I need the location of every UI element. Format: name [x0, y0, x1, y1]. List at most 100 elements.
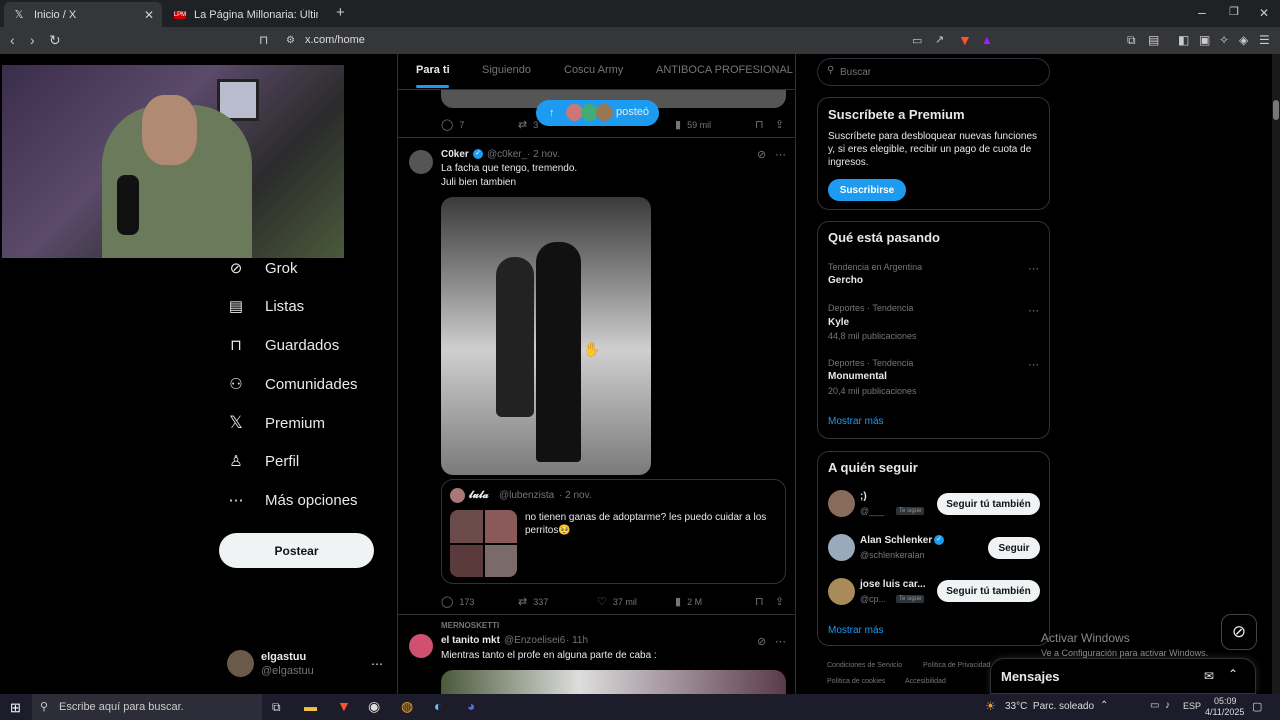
grok-floating-button[interactable]: ⊘ [1221, 614, 1257, 650]
tab-inicio-x[interactable]: 𝕏 Inicio / X ✕ [4, 2, 162, 27]
prev-repost-action[interactable]: ⇄ 3 [518, 118, 538, 131]
quote-card[interactable]: 𝓵𝓾𝓵𝓪 @lubenzista · 2 nov. no tienen gana… [441, 479, 786, 584]
tab-para-ti[interactable]: Para ti [416, 64, 450, 76]
follow-avatar[interactable] [828, 578, 855, 605]
leo-ai-icon[interactable]: ✧ [1219, 33, 1229, 47]
footer-link[interactable]: Accesibilidad [905, 678, 946, 685]
trend-more-icon[interactable]: ⋯ [1028, 262, 1039, 275]
follow-back-button[interactable]: Seguir tú también [937, 580, 1040, 602]
follow-name[interactable]: jose luis car... [860, 579, 926, 590]
post-date[interactable]: · 2 nov. [527, 149, 560, 160]
taskbar-search-input[interactable]: Escribe aquí para buscar. [59, 701, 184, 713]
share-icon[interactable]: ↗ [935, 33, 944, 47]
post-author-name[interactable]: C0ker [441, 149, 469, 160]
trend-more-icon[interactable]: ⋯ [1028, 304, 1039, 317]
prev-views-action[interactable]: ▮ 59 mil [675, 118, 711, 131]
post-image[interactable] [441, 670, 786, 694]
follow-name[interactable]: Alan Schlenker [860, 535, 932, 546]
subscribe-button[interactable]: Suscribirse [828, 179, 906, 201]
clock-date[interactable]: 4/11/2025 [1205, 707, 1244, 717]
tab-siguiendo[interactable]: Siguiendo [482, 64, 531, 76]
footer-link[interactable]: Condiciones de Servicio [827, 662, 902, 669]
minimize-icon[interactable]: – [1198, 5, 1206, 19]
language-indicator[interactable]: ESP [1183, 701, 1201, 711]
task-view-icon[interactable]: ⧉ [272, 700, 281, 715]
brave-shield-icon[interactable]: ▼ [958, 33, 972, 47]
clock-time[interactable]: 05:09 [1214, 696, 1237, 706]
post-more-icon[interactable]: ⋯ [775, 635, 786, 648]
scrollbar-thumb[interactable] [1273, 100, 1279, 120]
new-tab-icon[interactable]: + [336, 5, 345, 20]
notifications-icon[interactable]: ▢ [1252, 700, 1262, 713]
back-icon[interactable]: ‹ [10, 33, 15, 47]
wallet-icon[interactable]: ▣ [1199, 33, 1210, 47]
post-date[interactable]: · 11h [566, 635, 588, 646]
prev-share[interactable]: ⇪ [775, 118, 790, 131]
post-more-icon[interactable]: ⋯ [775, 148, 786, 161]
account-more-icon[interactable]: ⋯ [371, 657, 383, 671]
cast-icon[interactable]: ▭ [912, 34, 922, 48]
reload-icon[interactable]: ↻ [49, 33, 61, 47]
views-action[interactable]: ▮ 2 M [675, 595, 702, 608]
url-field[interactable]: x.com/home [305, 34, 365, 46]
footer-link[interactable]: Política de Privacidad [923, 662, 990, 669]
follow-back-button[interactable]: Seguir tú también [937, 493, 1040, 515]
trends-show-more[interactable]: Mostrar más [828, 416, 884, 427]
follow-avatar[interactable] [828, 534, 855, 561]
weather-text[interactable]: 33°C Parc. soleado [1005, 701, 1094, 712]
reply-action[interactable]: ◯ 173 [441, 595, 474, 608]
close-tab-icon[interactable]: ✕ [144, 8, 154, 22]
post-author-handle[interactable]: @c0ker_ [487, 149, 527, 160]
close-window-icon[interactable]: ✕ [1259, 6, 1269, 20]
post-button[interactable]: Postear [219, 533, 374, 568]
new-message-icon[interactable]: ✉ [1204, 669, 1214, 683]
post-social-context[interactable]: MERNOSKETTI [441, 621, 499, 630]
brave-browser-icon[interactable]: ▼ [337, 698, 351, 714]
follow-avatar[interactable] [828, 490, 855, 517]
menu-icon[interactable]: ☰ [1259, 33, 1270, 47]
post-author-avatar[interactable] [409, 150, 433, 174]
bookmark-icon[interactable]: ⊓ [259, 33, 268, 47]
trend-more-icon[interactable]: ⋯ [1028, 358, 1039, 371]
volume-icon[interactable]: ♪ [1165, 700, 1170, 711]
post-image[interactable] [441, 197, 651, 475]
forward-icon[interactable]: › [30, 33, 35, 47]
sidebar-toggle-icon[interactable]: ◧ [1178, 33, 1189, 47]
grok-post-icon[interactable]: ⊘ [757, 635, 766, 648]
tab-pagina-millonaria[interactable]: LPM La Página Millonaria: Últimas notici… [166, 2, 326, 27]
user-avatar[interactable] [227, 650, 254, 677]
new-posts-pill[interactable]: ↑ posteó [536, 100, 659, 126]
like-action[interactable]: ♡ 37 mil [597, 595, 637, 608]
expand-icon[interactable]: ⌃ [1228, 667, 1238, 681]
chrome-icon[interactable]: ◍ [401, 698, 413, 715]
discord-icon[interactable]: ◕ [467, 698, 475, 714]
site-info-icon[interactable]: ⚙ [286, 34, 295, 48]
repost-action[interactable]: ⇄ 337 [518, 595, 548, 608]
vpn-icon[interactable]: ◈ [1239, 33, 1248, 47]
extensions-icon[interactable]: ⧉ [1127, 33, 1136, 47]
nav-item-guardados[interactable]: ⊓ Guardados [225, 331, 339, 359]
messages-drawer[interactable]: Mensajes ✉ ⌃ [990, 658, 1256, 694]
follow-name[interactable]: ;) [860, 491, 867, 502]
nav-item-comunidades[interactable]: ⚇ Comunidades [225, 370, 357, 398]
nav-item-grok[interactable]: ⊘ Grok [225, 254, 298, 282]
wtf-show-more[interactable]: Mostrar más [828, 625, 884, 636]
tab-antiboca[interactable]: ANTIBOCA PROFESIONAL [656, 64, 793, 76]
post-author-name[interactable]: el tanito mkt [441, 635, 500, 646]
search-box[interactable]: ⚲ Buscar [817, 58, 1050, 86]
share-action[interactable]: ⇪ [775, 595, 790, 608]
windows-start-icon[interactable]: ⊞ [10, 700, 21, 716]
bookmark-action[interactable]: ⊓ [755, 595, 770, 608]
grok-post-icon[interactable]: ⊘ [757, 148, 766, 161]
follow-button[interactable]: Seguir [988, 537, 1040, 559]
steam-icon[interactable]: ◐ [434, 698, 442, 714]
nav-item-listas[interactable]: ▤ Listas [225, 292, 304, 320]
tab-search-icon[interactable]: ▤ [1148, 33, 1159, 47]
tab-coscu-army[interactable]: Coscu Army [564, 64, 623, 76]
footer-link[interactable]: Política de cookies [827, 678, 885, 685]
page-scrollbar[interactable] [1272, 54, 1280, 694]
taskbar-search[interactable]: ⚲ Escribe aquí para buscar. [32, 694, 262, 720]
brave-rewards-icon[interactable]: ▲ [981, 33, 993, 47]
nav-item-premium[interactable]: 𝕏 Premium [225, 409, 325, 437]
nav-item-perfil[interactable]: ♙ Perfil [225, 447, 299, 475]
